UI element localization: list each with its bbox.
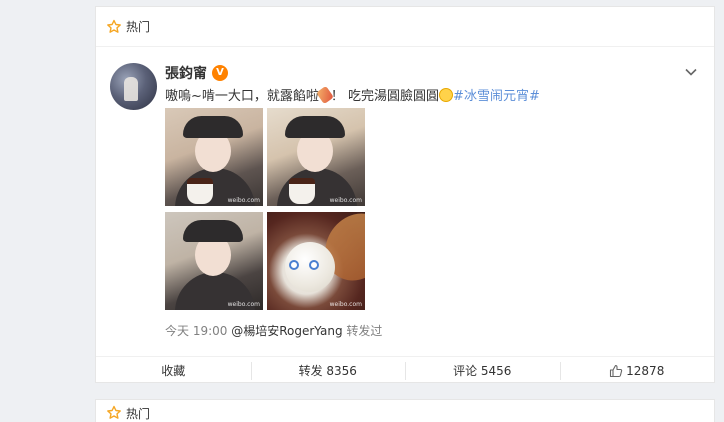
repost-suffix: 转发过 (346, 324, 383, 338)
hot-star-icon (107, 405, 121, 419)
post-text-main: 嗷嗚~啃一大口，就露餡啦 (165, 89, 319, 104)
post-meta: 今天 19:00 @楊培安RogerYang 转发过 (165, 322, 382, 339)
favorite-button[interactable]: 收藏 (96, 360, 251, 382)
like-button[interactable]: 12878 (559, 360, 715, 382)
repost-button[interactable]: 转发 8356 (250, 360, 406, 382)
hot-header: 热门 (96, 400, 714, 422)
hot-label: 热门 (126, 20, 151, 34)
post-text-mid: ！ 吃完湯圓臉圓圓 (330, 89, 440, 104)
hashtag-link[interactable]: #冰雪闹元宵# (453, 89, 540, 104)
repost-user-link[interactable]: @楊培安RogerYang (231, 324, 342, 338)
photo-grid: weibo.com weibo.com weibo.com weibo.com (165, 108, 367, 310)
post-photo[interactable]: weibo.com (165, 108, 263, 206)
like-count: 12878 (626, 363, 665, 378)
post-photo[interactable]: weibo.com (267, 108, 365, 206)
username[interactable]: 張鈞甯 (165, 63, 207, 83)
weibo-post-card: 热门 張鈞甯 V 嗷嗚~啃一大口，就露餡啦 ！ 吃完湯圓臉圓圓 #冰雪闹元宵# we… (95, 6, 715, 383)
photo-watermark: weibo.com (329, 301, 362, 308)
post-photo[interactable]: weibo.com (267, 212, 365, 310)
chevron-down-icon[interactable] (684, 65, 698, 79)
action-bar: 收藏 转发 8356 评论 5456 12878 (96, 356, 714, 384)
post-text: 嗷嗚~啃一大口，就露餡啦 ！ 吃完湯圓臉圓圓 #冰雪闹元宵# (165, 85, 540, 105)
post-time[interactable]: 今天 19:00 (165, 324, 227, 338)
weibo-post-card-next: 热门 (95, 399, 715, 422)
avatar[interactable] (110, 63, 157, 110)
comment-label: 评论 5456 (453, 364, 512, 378)
photo-watermark: weibo.com (227, 301, 260, 308)
comment-button[interactable]: 评论 5456 (405, 360, 560, 382)
thumbs-up-icon (610, 364, 623, 377)
smile-emoji-icon (439, 88, 454, 102)
hot-label: 热门 (126, 406, 151, 421)
favorite-label: 收藏 (161, 364, 186, 378)
hot-star-icon (107, 19, 121, 33)
username-row: 張鈞甯 V (165, 63, 228, 83)
post-photo[interactable]: weibo.com (165, 212, 263, 310)
verified-badge-icon: V (212, 65, 228, 81)
repost-label: 转发 8356 (298, 364, 357, 378)
photo-watermark: weibo.com (329, 197, 362, 204)
photo-watermark: weibo.com (227, 197, 260, 204)
hot-header: 热门 (96, 7, 714, 47)
